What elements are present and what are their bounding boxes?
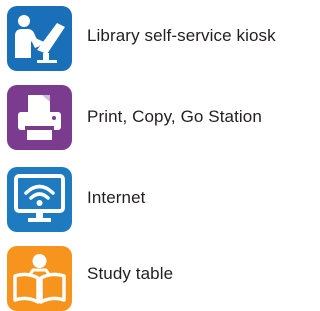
legend-label-internet: Internet bbox=[87, 188, 146, 207]
kiosk-tile bbox=[7, 6, 72, 71]
wifi-monitor-icon bbox=[14, 174, 65, 222]
legend-item-study: Study table bbox=[0, 240, 302, 311]
print-tile bbox=[7, 85, 72, 150]
internet-tile bbox=[7, 167, 72, 232]
legend-label-study: Study table bbox=[87, 264, 174, 283]
legend-item-kiosk: Library self-service kiosk bbox=[0, 4, 302, 74]
kiosk-user-icon bbox=[15, 15, 65, 63]
printer-icon bbox=[18, 95, 61, 140]
legend-label-print: Print, Copy, Go Station bbox=[87, 107, 262, 126]
legend-panel: { "legend": { "items": [ { "icon": "kios… bbox=[0, 0, 302, 311]
legend-label-kiosk: Library self-service kiosk bbox=[87, 26, 276, 45]
study-tile bbox=[7, 246, 72, 311]
legend-item-print: Print, Copy, Go Station bbox=[0, 84, 302, 154]
legend-item-internet: Internet bbox=[0, 164, 302, 234]
reading-person-icon bbox=[13, 254, 66, 304]
